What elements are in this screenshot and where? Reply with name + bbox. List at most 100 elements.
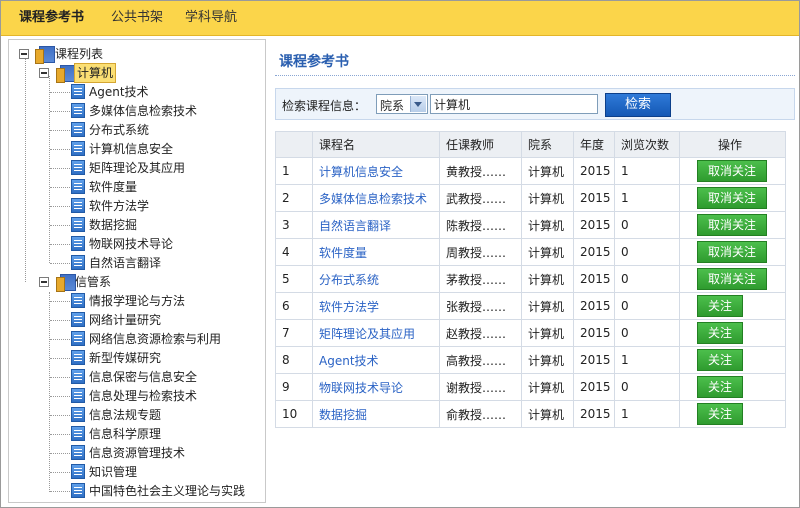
- course-link[interactable]: 软件度量: [319, 246, 367, 260]
- tree-line: [50, 434, 70, 435]
- book-icon: [71, 464, 85, 479]
- tree-course-item[interactable]: 矩阵理论及其应用: [71, 159, 261, 177]
- tree-course-label: 知识管理: [89, 465, 138, 479]
- tree-course-item[interactable]: 新型传媒研究: [71, 349, 261, 367]
- page-title: 课程参考书: [279, 54, 349, 70]
- cell-action: 关注: [679, 346, 786, 374]
- book-icon: [71, 350, 85, 365]
- cell-year: 2015: [573, 292, 615, 320]
- search-input[interactable]: [430, 94, 598, 114]
- divider: [275, 75, 795, 76]
- cell-views: 0: [614, 211, 680, 239]
- unfollow-button[interactable]: 取消关注: [697, 214, 768, 236]
- follow-button[interactable]: 关注: [697, 349, 744, 371]
- tree-course-item[interactable]: 信息处理与检索技术: [71, 387, 261, 405]
- tree-course-label: Agent技术: [89, 85, 149, 99]
- top-nav: 课程参考书 公共书架 学科导航: [1, 1, 799, 36]
- cell-course: 分布式系统: [312, 265, 440, 293]
- cell-course: 物联网技术导论: [312, 373, 440, 401]
- cell-course: 矩阵理论及其应用: [312, 319, 440, 347]
- nav-course-reference[interactable]: 课程参考书: [19, 1, 84, 35]
- tree-course-label: 中国特色社会主义理论与实践: [89, 484, 246, 498]
- tree-course-item[interactable]: 分布式系统: [71, 121, 261, 139]
- follow-button[interactable]: 关注: [697, 322, 744, 344]
- tree-course-label: 信息处理与检索技术: [89, 389, 198, 403]
- cell-teacher: 高教授……: [439, 346, 522, 374]
- tree-line: [50, 453, 70, 454]
- course-link[interactable]: 软件方法学: [319, 300, 379, 314]
- unfollow-button[interactable]: 取消关注: [697, 187, 768, 209]
- follow-button[interactable]: 关注: [697, 376, 744, 398]
- unfollow-button[interactable]: 取消关注: [697, 241, 768, 263]
- cell-action: 取消关注: [679, 265, 786, 293]
- cell-teacher: 谢教授……: [439, 373, 522, 401]
- tree-course-item[interactable]: 多媒体信息检索技术: [71, 102, 261, 120]
- tree-course-item[interactable]: 情报学理论与方法: [71, 292, 261, 310]
- chevron-down-icon[interactable]: [410, 96, 426, 112]
- search-bar: 检索课程信息： 院系 检索: [275, 88, 795, 120]
- app-window: 课程参考书 公共书架 学科导航 课程列表 计算机 信管系 Agent技术 多媒体信: [0, 0, 800, 508]
- tree-course-item[interactable]: 信息资源管理技术: [71, 444, 261, 462]
- tree-course-label: 多媒体信息检索技术: [89, 104, 198, 118]
- table-row: 4 软件度量 周教授…… 计算机 2015 0 取消关注: [275, 238, 786, 266]
- tree-line: [50, 130, 70, 131]
- tree-course-item[interactable]: 网络信息资源检索与利用: [71, 330, 261, 348]
- collapse-icon[interactable]: [19, 49, 29, 59]
- course-link[interactable]: 矩阵理论及其应用: [319, 327, 415, 341]
- search-field-select[interactable]: 院系: [376, 94, 428, 114]
- table-row: 1 计算机信息安全 黄教授…… 计算机 2015 1 取消关注: [275, 157, 786, 185]
- cell-action: 关注: [679, 292, 786, 320]
- tree-course-label: 信息资源管理技术: [89, 446, 186, 460]
- book-icon: [71, 388, 85, 403]
- tree-dept-computer[interactable]: 计算机: [39, 63, 259, 83]
- course-link[interactable]: 分布式系统: [319, 273, 379, 287]
- tree-course-item[interactable]: 计算机信息安全: [71, 140, 261, 158]
- tree-course-item[interactable]: 信息科学原理: [71, 425, 261, 443]
- course-link[interactable]: Agent技术: [319, 354, 379, 368]
- tree-course-item[interactable]: 信息保密与信息安全: [71, 368, 261, 386]
- course-link[interactable]: 计算机信息安全: [319, 165, 403, 179]
- tree-course-item[interactable]: 软件方法学: [71, 197, 261, 215]
- tree-course-item[interactable]: 自然语言翻译: [71, 254, 261, 272]
- book-icon: [71, 255, 85, 270]
- col-header-no: [275, 131, 313, 158]
- unfollow-button[interactable]: 取消关注: [697, 268, 768, 290]
- tree-course-label: 网络计量研究: [89, 313, 162, 327]
- tree-course-item[interactable]: 网络计量研究: [71, 311, 261, 329]
- tree-course-item[interactable]: 数据挖掘: [71, 216, 261, 234]
- tree-line: [50, 320, 70, 321]
- tree-course-label: 网络信息资源检索与利用: [89, 332, 222, 346]
- tree-course-label: 信息科学原理: [89, 427, 162, 441]
- tree-course-item[interactable]: Agent技术: [71, 83, 261, 101]
- course-link[interactable]: 自然语言翻译: [319, 219, 391, 233]
- collapse-icon[interactable]: [39, 68, 49, 78]
- search-button[interactable]: 检索: [605, 93, 671, 117]
- tree-course-item[interactable]: 知识管理: [71, 463, 261, 481]
- col-header-views: 浏览次数: [614, 131, 680, 158]
- tree-dept-infomgmt[interactable]: 信管系: [39, 273, 259, 292]
- collapse-icon[interactable]: [39, 277, 49, 287]
- nav-subject-guide[interactable]: 学科导航: [185, 1, 237, 35]
- course-link[interactable]: 物联网技术导论: [319, 381, 403, 395]
- cell-teacher: 茅教授……: [439, 265, 522, 293]
- follow-button[interactable]: 关注: [697, 295, 744, 317]
- tree-course-item[interactable]: 软件度量: [71, 178, 261, 196]
- cell-teacher: 陈教授……: [439, 211, 522, 239]
- course-link[interactable]: 多媒体信息检索技术: [319, 192, 427, 206]
- follow-button[interactable]: 关注: [697, 403, 744, 425]
- nav-public-shelf[interactable]: 公共书架: [111, 1, 163, 35]
- cell-dept: 计算机: [521, 238, 574, 266]
- tree-course-item[interactable]: 中国特色社会主义理论与实践: [71, 482, 261, 500]
- course-link[interactable]: 数据挖掘: [319, 408, 367, 422]
- tree-course-label: 数据挖掘: [89, 218, 138, 232]
- tree-root[interactable]: 课程列表: [19, 45, 259, 64]
- unfollow-button[interactable]: 取消关注: [697, 160, 768, 182]
- book-stack-icon: [35, 46, 55, 64]
- tree-course-item[interactable]: 信息法规专题: [71, 406, 261, 424]
- col-header-dept: 院系: [521, 131, 574, 158]
- tree-course-item[interactable]: 物联网技术导论: [71, 235, 261, 253]
- tree-course-label: 物联网技术导论: [89, 237, 174, 251]
- cell-dept: 计算机: [521, 373, 574, 401]
- cell-course: 软件度量: [312, 238, 440, 266]
- cell-course: 多媒体信息检索技术: [312, 184, 440, 212]
